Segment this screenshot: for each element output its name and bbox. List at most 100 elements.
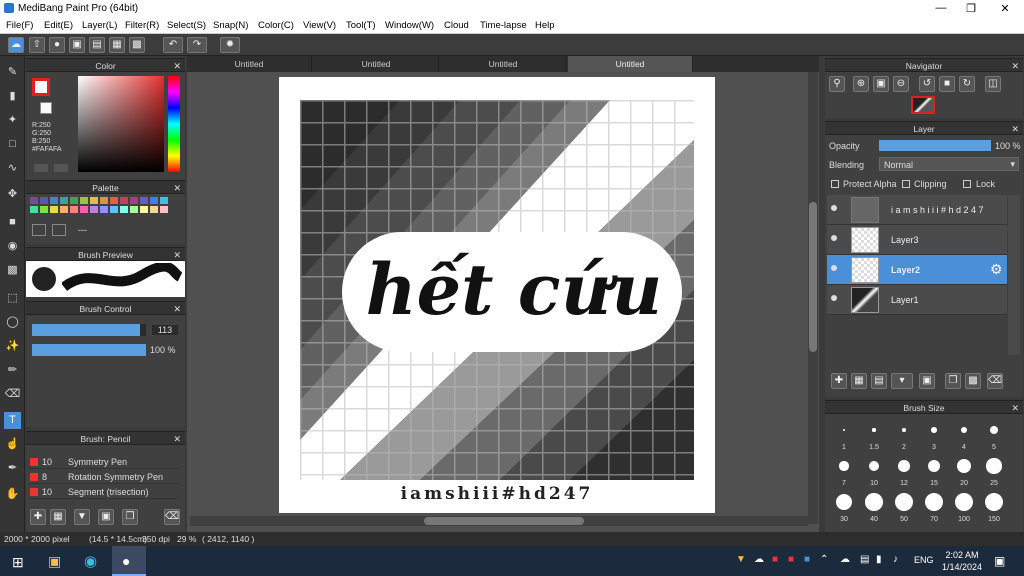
brush-size-option[interactable]: 100 [951,490,977,523]
palette-swatch[interactable] [60,197,68,204]
actual-size-icon[interactable]: ■ [939,76,955,92]
horizontal-scrollbar[interactable] [190,516,808,526]
gear-icon[interactable]: ⚙ [990,261,1003,278]
horizontal-scroll-thumb[interactable] [424,517,584,525]
tray-icon-1[interactable]: ☁ [754,554,764,565]
tab-untitled-3[interactable]: Untitled [441,56,566,72]
brush-size-option[interactable]: 50 [891,490,917,523]
new-layer-icon[interactable]: ✚ [831,373,847,389]
menu-snap[interactable]: Snap(N) [213,20,248,31]
lock-checkbox[interactable] [963,180,971,188]
layer-add-menu-icon[interactable]: ▾ [891,373,913,389]
add-brush-icon[interactable]: ✚ [30,509,46,525]
eraser-tool-icon[interactable]: ▮ [4,88,21,105]
duplicate-layer-icon[interactable]: ❐ [945,373,961,389]
palette-swatch[interactable] [70,206,78,213]
brush-menu-icon[interactable]: ▼ [74,509,90,525]
fill-shape-icon[interactable]: ■ [4,214,21,231]
brush-list-item[interactable]: 10 Segment (trisection) [28,485,178,499]
blending-select[interactable]: Normal ▾ [879,157,1019,171]
palette-swatch[interactable] [90,206,98,213]
brush-size-option[interactable]: 150 [981,490,1007,523]
zoom-fit-icon[interactable]: ⚲ [829,76,845,92]
panel-close-icon[interactable]: ✕ [173,59,181,73]
layer-opacity-slider[interactable] [879,140,991,151]
palette-swatch[interactable] [40,206,48,213]
palette-swatch[interactable] [40,197,48,204]
brush-size-slider[interactable] [32,324,146,336]
brush-size-option[interactable]: 40 [861,490,887,523]
minimize-button[interactable]: — [926,2,956,14]
palette-swatch[interactable] [80,197,88,204]
operation-tool-icon[interactable]: ☝ [4,436,21,453]
brush-size-option[interactable]: 25 [981,454,1007,487]
brush-size-option[interactable]: 70 [921,490,947,523]
rectangle-tool-icon[interactable]: □ [4,136,21,153]
menu-layer[interactable]: Layer(L) [82,20,117,31]
merge-layer-icon[interactable]: ▩ [965,373,981,389]
document-icon[interactable]: ▤ [89,37,105,53]
menu-timelapse[interactable]: Time-lapse [480,20,527,31]
vertical-scroll-thumb[interactable] [809,202,817,352]
palette-swatch[interactable] [70,197,78,204]
zoom-in-icon[interactable]: ⊕ [853,76,869,92]
menu-edit[interactable]: Edit(E) [44,20,73,31]
secondary-color-swatch[interactable] [40,102,52,114]
palette-swatch[interactable] [50,206,58,213]
select-tool-icon[interactable]: ⬚ [4,290,21,307]
panel-close-icon[interactable]: ✕ [173,432,181,446]
brush-size-option[interactable]: 15 [921,454,947,487]
palette-swatch[interactable] [110,206,118,213]
protect-alpha-checkbox[interactable] [831,180,839,188]
brush-settings-icon[interactable]: ▦ [50,509,66,525]
panel-close-icon[interactable]: ✕ [1011,59,1019,73]
tray-icon-4[interactable]: ■ [804,554,810,565]
brush-list-item[interactable]: 8 Rotation Symmetry Pen [28,470,178,484]
palette-swatch[interactable] [130,197,138,204]
eye-icon[interactable] [831,295,837,301]
brush-size-option[interactable]: 1 [831,418,857,451]
palette-swatch[interactable] [30,206,38,213]
panel-close-icon[interactable]: ✕ [173,248,181,262]
panel-close-icon[interactable]: ✕ [1011,401,1019,415]
tab-untitled-4[interactable]: Untitled [568,56,693,72]
palette-swatch[interactable] [120,197,128,204]
windows-start-icon[interactable]: ⊞ [12,554,24,571]
brush-size-option[interactable]: 2 [891,418,917,451]
menu-view[interactable]: View(V) [303,20,336,31]
menu-file[interactable]: File(F) [6,20,33,31]
zoom-out-icon[interactable]: ⊖ [893,76,909,92]
hand-tool-icon[interactable]: ✋ [4,486,21,503]
text-tool-icon[interactable]: T [4,412,21,429]
clipping-checkbox[interactable] [902,180,910,188]
trash-icon[interactable] [52,224,66,236]
tray-icon-2[interactable]: ■ [772,554,778,565]
navigator-thumbnail[interactable] [911,96,935,114]
panel-close-icon[interactable]: ✕ [1011,122,1019,136]
palette-swatch[interactable] [120,206,128,213]
onedrive-icon[interactable]: ☁ [840,554,850,565]
color-mode-icon[interactable] [34,164,48,172]
lasso-tool-icon[interactable]: ◯ [4,314,21,331]
select-pen-icon[interactable]: ✏ [4,362,21,379]
palette-swatch[interactable] [100,197,108,204]
brush-size-option[interactable]: 20 [951,454,977,487]
primary-color-swatch[interactable] [32,78,50,96]
brush-size-option[interactable]: 10 [861,454,887,487]
notification-icon[interactable]: ▣ [994,554,1005,568]
chevron-up-icon[interactable]: ⌃ [820,554,828,565]
vertical-scrollbar[interactable] [808,72,818,524]
select-eraser-icon[interactable]: ⌫ [4,386,21,403]
menu-select[interactable]: Select(S) [167,20,206,31]
shield-icon[interactable]: ▼ [736,554,746,565]
medibang-taskbar-button[interactable]: ● [112,546,146,576]
brush-size-option[interactable]: 4 [951,418,977,451]
brush-size-option[interactable]: 1.5 [861,418,887,451]
layer-row[interactable]: i a m s h i i i # h d 2 4 7 [827,195,1007,225]
brush-opacity-slider[interactable] [32,344,146,356]
palette-swatch[interactable] [150,197,158,204]
curve-tool-icon[interactable]: ∿ [4,160,21,177]
palette-swatch[interactable] [150,206,158,213]
grid-icon[interactable]: ▩ [129,37,145,53]
menu-cloud[interactable]: Cloud [444,20,469,31]
